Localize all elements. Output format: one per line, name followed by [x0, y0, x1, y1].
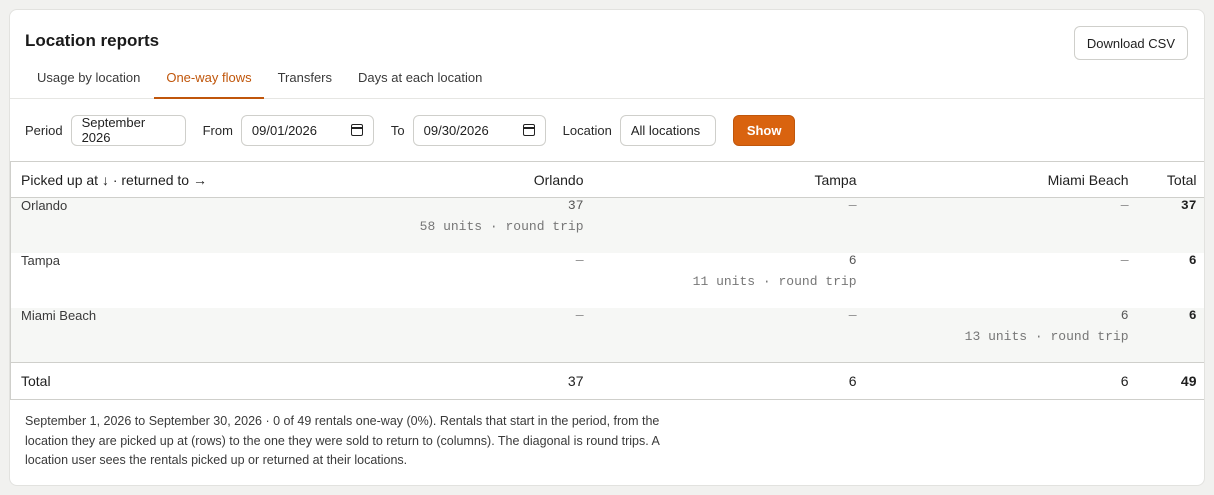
- row-total: 37: [1139, 198, 1205, 253]
- location-select[interactable]: All locations: [619, 114, 716, 146]
- from-date-value: 09/01/2026: [251, 122, 317, 138]
- location-label: Location: [562, 122, 612, 138]
- download-csv-button[interactable]: Download CSV: [1073, 26, 1188, 60]
- period-label: Period: [25, 122, 63, 138]
- table-row: Tampa — 6 11 units · round trip — 6: [10, 252, 1205, 308]
- column-header: Tampa: [593, 161, 867, 198]
- period-value: September 2026: [81, 115, 146, 145]
- tab-transfers[interactable]: Transfers: [266, 58, 344, 99]
- flow-cell: 6 13 units · round trip: [867, 308, 1139, 363]
- location-reports-card: Location reports Download CSV Usage by l…: [9, 9, 1205, 486]
- period-select[interactable]: September 2026: [70, 114, 186, 146]
- grand-total: 49: [1138, 362, 1204, 400]
- calendar-icon[interactable]: [522, 124, 535, 136]
- flow-cell: —: [867, 253, 1139, 308]
- tab-usage-by-location[interactable]: Usage by location: [25, 58, 152, 99]
- one-way-flows-table: Picked up at ↓ · returned to → Orlando T…: [10, 161, 1205, 400]
- cell-value: 6: [1120, 307, 1129, 323]
- row-total-value: 37: [1180, 198, 1197, 213]
- show-button[interactable]: Show: [732, 114, 796, 146]
- tab-one-way-flows[interactable]: One-way flows: [154, 58, 264, 99]
- corner-header: Picked up at ↓ · returned to →: [10, 161, 321, 198]
- table-header-row: Picked up at ↓ · returned to → Orlando T…: [10, 161, 1204, 198]
- column-header: Miami Beach: [866, 161, 1139, 198]
- report-description: September 1, 2026 to September 30, 2026 …: [25, 414, 660, 467]
- cell-value: —: [1120, 252, 1129, 268]
- row-total-value: 6: [1188, 307, 1197, 323]
- calendar-icon[interactable]: [350, 124, 363, 136]
- column-total: 6: [866, 362, 1139, 400]
- table-row: Orlando 37 58 units · round trip — — 37: [10, 197, 1205, 253]
- from-label: From: [202, 122, 233, 138]
- flow-cell: —: [594, 308, 867, 363]
- cell-value: 37: [567, 198, 584, 213]
- tab-days-at-each-location[interactable]: Days at each location: [346, 58, 494, 99]
- row-label: Tampa: [10, 252, 321, 308]
- to-date-input[interactable]: 09/30/2026: [412, 114, 546, 146]
- cell-value: —: [575, 307, 584, 323]
- cell-value: —: [1120, 198, 1129, 213]
- to-label: To: [390, 122, 405, 138]
- row-label: Orlando: [10, 197, 321, 253]
- column-header: Orlando: [320, 161, 594, 198]
- cell-value: 6: [848, 252, 857, 268]
- flow-cell: —: [321, 308, 594, 363]
- cell-detail: 13 units · round trip: [964, 328, 1129, 344]
- cell-detail: 58 units · round trip: [419, 219, 584, 234]
- cell-value: —: [848, 307, 857, 323]
- flow-cell: —: [867, 198, 1139, 253]
- table-row: Miami Beach — — 6 13 units · round trip …: [10, 307, 1205, 363]
- row-total: 6: [1139, 307, 1205, 363]
- flow-cell: 6 11 units · round trip: [594, 253, 867, 308]
- cell-value: —: [848, 198, 857, 213]
- to-date-value: 09/30/2026: [423, 122, 489, 138]
- totals-label: Total: [10, 362, 321, 400]
- totals-row: Total 37 6 6 49: [10, 362, 1204, 400]
- column-total: 6: [593, 362, 867, 400]
- row-label: Miami Beach: [10, 307, 321, 363]
- card-header: Location reports Download CSV Usage by l…: [10, 10, 1204, 99]
- total-column-header: Total: [1138, 161, 1204, 198]
- report-tabs: Usage by location One-way flows Transfer…: [25, 58, 496, 99]
- flow-cell: 37 58 units · round trip: [321, 198, 594, 253]
- cell-value: —: [575, 252, 584, 268]
- row-total: 6: [1139, 252, 1205, 308]
- row-total-value: 6: [1188, 252, 1197, 268]
- from-date-input[interactable]: 09/01/2026: [240, 114, 374, 146]
- flow-cell: —: [594, 198, 867, 253]
- cell-detail: 11 units · round trip: [692, 273, 857, 289]
- filter-bar: Period September 2026 From 09/01/2026 To…: [10, 99, 1204, 161]
- location-value: All locations: [630, 122, 701, 138]
- column-total: 37: [320, 362, 594, 400]
- flow-cell: —: [321, 253, 594, 308]
- page-title: Location reports: [25, 31, 160, 50]
